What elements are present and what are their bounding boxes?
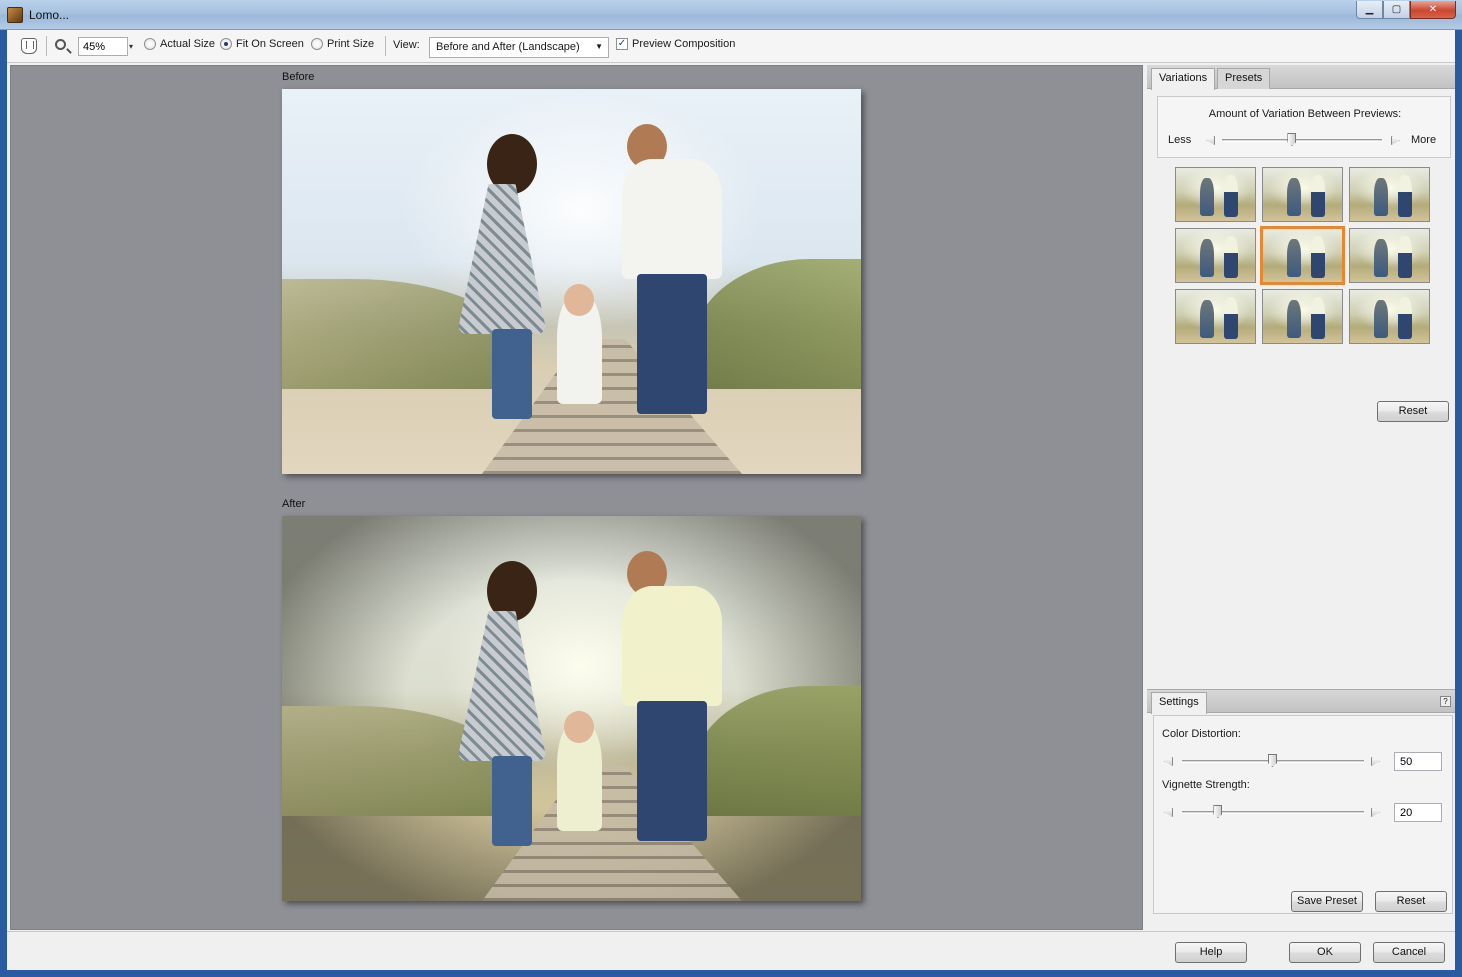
tab-variations[interactable]: Variations [1151,68,1216,90]
woman-figure-dress [457,611,547,761]
radio-label: Fit On Screen [236,38,304,50]
ok-button[interactable]: OK [1289,942,1361,963]
variation-thumbnail[interactable] [1262,289,1343,344]
slider-right-arrow-icon[interactable] [1391,136,1400,145]
slider-left-arrow-icon[interactable] [1164,808,1173,817]
man-figure-shirt [622,159,722,279]
variation-amount-box: Amount of Variation Between Previews: Le… [1157,96,1451,158]
variation-amount-slider-thumb[interactable] [1287,133,1297,146]
variations-tabs: Variations Presets [1147,65,1455,90]
settings-box: Color Distortion: Vignette Strength: [1153,715,1453,914]
color-distortion-input[interactable] [1394,752,1442,771]
preview-composition-toggle[interactable]: ✓ Preview Composition [616,38,735,50]
window-controls: ▁ ▢ ✕ [1356,1,1456,19]
toolbar-separator [46,36,47,56]
chevron-down-icon[interactable]: ▼ [595,42,603,51]
save-preset-button[interactable]: Save Preset [1291,891,1363,912]
variation-thumbnail[interactable] [1349,228,1430,283]
variation-thumbnail[interactable] [1175,228,1256,283]
help-icon[interactable]: ? [1440,696,1451,707]
zoom-input[interactable] [78,37,128,56]
man-figure-shirt [622,586,722,706]
preview-area: Before After [10,65,1143,930]
preview-composition-checkbox[interactable]: ✓ [616,38,628,50]
color-distortion-label: Color Distortion: [1162,728,1241,740]
close-button[interactable]: ✕ [1410,1,1456,19]
vignette-strength-input[interactable] [1394,803,1442,822]
radio-icon-checked[interactable] [220,38,232,50]
app-icon [7,7,23,23]
toolbar-separator [385,36,386,56]
child-figure-head [564,284,594,316]
slider-left-arrow-icon[interactable] [1206,136,1215,145]
maximize-button[interactable]: ▢ [1383,1,1410,19]
radio-label: Print Size [327,38,375,50]
title-bar: Lomo... ▁ ▢ ✕ [0,0,1462,30]
woman-figure-legs [492,756,532,846]
variation-thumbnail-selected[interactable] [1260,226,1345,285]
radio-fit-on-screen[interactable]: Fit On Screen [220,38,304,50]
help-button[interactable]: Help [1175,942,1247,963]
variation-thumbnail[interactable] [1262,167,1343,222]
zoom-dropdown-icon[interactable]: ▾ [129,42,133,51]
view-select-value: Before and After (Landscape) [436,41,580,53]
footer-separator [7,931,1455,932]
man-figure-legs [637,701,707,841]
slider-right-arrow-icon[interactable] [1371,757,1380,766]
less-label: Less [1168,134,1192,146]
window-title: Lomo... [29,8,70,22]
toolbar: ▾ Actual Size Fit On Screen Print Size V… [7,30,1455,63]
variation-thumbnail[interactable] [1349,167,1430,222]
radio-icon[interactable] [311,38,323,50]
radio-label: Actual Size [160,38,216,50]
man-figure-legs [637,274,707,414]
before-image [282,89,861,474]
variation-thumbnail[interactable] [1175,289,1256,344]
hand-tool-icon[interactable] [21,38,37,54]
variation-amount-slider[interactable] [1222,139,1382,142]
vignette-strength-slider-thumb[interactable] [1213,805,1223,818]
settings-tabs: Settings ? [1147,689,1455,714]
woman-figure-legs [492,329,532,419]
dialog-client-area: ▾ Actual Size Fit On Screen Print Size V… [7,30,1455,970]
radio-actual-size[interactable]: Actual Size [144,38,215,50]
variation-thumbnail[interactable] [1349,289,1430,344]
tab-settings[interactable]: Settings [1151,692,1207,714]
slider-right-arrow-icon[interactable] [1371,808,1380,817]
variation-thumbnail[interactable] [1175,167,1256,222]
preview-composition-label: Preview Composition [632,38,736,50]
radio-print-size[interactable]: Print Size [311,38,374,50]
slider-left-arrow-icon[interactable] [1164,757,1173,766]
view-select[interactable]: Before and After (Landscape) ▼ [429,37,609,58]
tab-presets[interactable]: Presets [1217,68,1271,89]
settings-reset-button[interactable]: Reset [1375,891,1447,912]
more-label: More [1411,134,1437,146]
vignette-strength-slider[interactable] [1182,811,1364,814]
variation-amount-title: Amount of Variation Between Previews: [1208,108,1402,120]
woman-figure-dress [457,184,547,334]
before-label: Before [282,71,315,83]
radio-icon[interactable] [144,38,156,50]
color-distortion-slider-thumb[interactable] [1268,754,1277,767]
variations-reset-button[interactable]: Reset [1377,401,1449,422]
vignette-strength-label: Vignette Strength: [1162,779,1250,791]
view-label: View: [393,39,420,51]
cancel-button[interactable]: Cancel [1373,942,1445,963]
child-figure-head [564,711,594,743]
after-image [282,516,861,901]
minimize-button[interactable]: ▁ [1356,1,1383,19]
zoom-tool-icon[interactable] [55,39,66,50]
after-label: After [282,498,306,510]
